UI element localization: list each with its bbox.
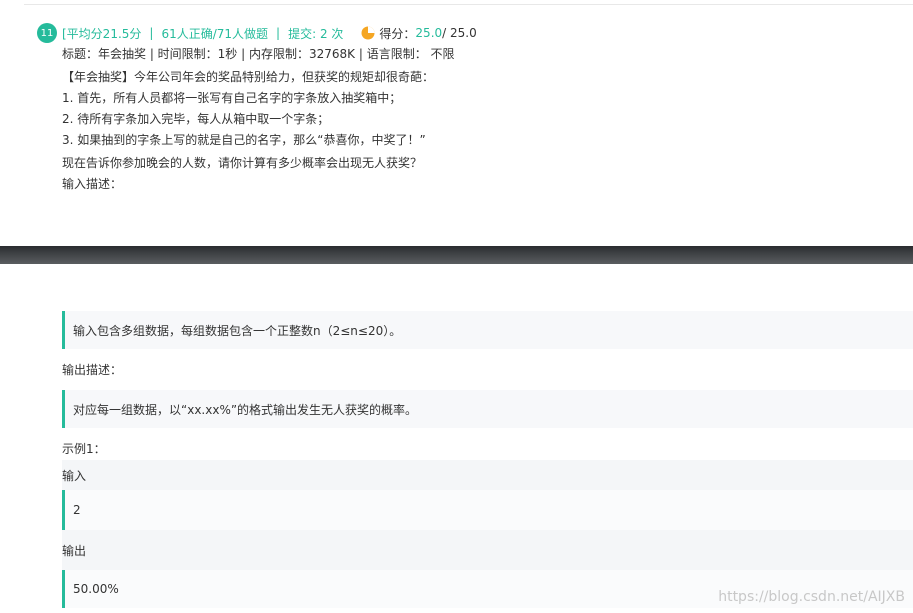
question-number-badge: 11 (37, 23, 57, 43)
example-input-header: 输入 (62, 460, 913, 490)
input-description-text: 输入包含多组数据，每组数据包含一个正整数n（2≤n≤20）。 (73, 323, 402, 338)
watermark: https://blog.csdn.net/AIJXB (718, 589, 905, 605)
top-divider (24, 4, 913, 5)
output-description-label: 输出描述： (62, 363, 123, 377)
problem-line: 3. 如果抽到的字条上写的就是自己的名字，那么“恭喜你，中奖了！” (62, 133, 426, 147)
separator: | (276, 26, 281, 40)
score: 得分： 25.0 / 25.0 (361, 25, 477, 42)
problem-line: 现在告诉你参加晚会的人数，请你计算有多少概率会出现无人获奖？ (62, 156, 423, 170)
pie-chart-icon (361, 26, 375, 40)
output-description-text: 对应每一组数据，以“xx.xx%”的格式输出发生无人获奖的概率。 (73, 402, 418, 417)
problem-line: 2. 待所有字条加入完毕，每人从箱中取一个字条； (62, 112, 330, 126)
input-description-label: 输入描述： (62, 177, 123, 191)
example-output-value: 50.00% (73, 582, 119, 596)
problem-line: 1. 首先，所有人员都将一张写有自己名字的字条放入抽奖箱中； (62, 91, 402, 105)
example-input-label: 输入 (62, 468, 87, 483)
problem-meta: 标题：年会抽奖 | 时间限制：1秒 | 内存限制：32768K | 语言限制： … (62, 47, 455, 61)
problem-line: 【年会抽奖】今年公司年会的奖品特别给力，但获奖的规矩却很奇葩： (62, 70, 435, 84)
output-description-box: 对应每一组数据，以“xx.xx%”的格式输出发生无人获奖的概率。 (62, 390, 913, 428)
question-header: 11 [平均分21.5分 | 61人正确/71人做题 | 提交: 2 次 得分：… (37, 23, 477, 43)
submit-count[interactable]: 提交: 2 次 (288, 25, 343, 42)
separator: | (149, 26, 154, 40)
example-label: 示例1： (62, 442, 106, 456)
correct-count[interactable]: 61人正确/71人做题 (161, 25, 268, 42)
score-value: 25.0 (415, 26, 443, 40)
example-input-value: 2 (73, 503, 81, 517)
screenshot-seam (0, 246, 913, 264)
example-output-label: 输出 (62, 543, 87, 558)
example-output-header: 输出 (62, 530, 913, 570)
score-total: / 25.0 (442, 26, 477, 40)
average-score: [平均分21.5分 (62, 26, 142, 41)
input-description-box: 输入包含多组数据，每组数据包含一个正整数n（2≤n≤20）。 (62, 311, 913, 349)
score-label: 得分： (379, 26, 416, 41)
example-input-box: 2 (62, 490, 913, 530)
